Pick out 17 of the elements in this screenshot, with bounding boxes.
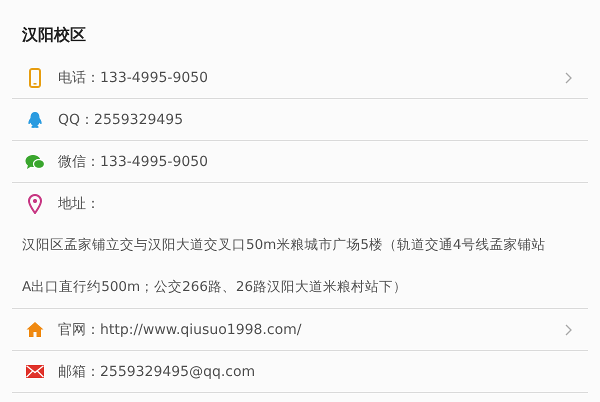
contact-text: QQ：2559329495 [58,110,184,128]
chevron-icon[interactable] [565,72,572,84]
campus-title: 汉阳校区 [21,24,87,46]
home-icon [26,321,44,338]
contact-text: 微信：133-4995-9050 [58,152,210,170]
contact-text: 官网：http://www.qiusuo1998.com/ [58,320,302,338]
contact-text: 电话：133-4995-9050 [58,68,210,86]
phone-icon [29,68,41,88]
address-text: 汉阳区孟家铺立交与汉阳大道交叉口50m米粮城市广场5楼（轨道交通4号线孟家铺站 [21,236,547,255]
mail-icon [26,365,44,378]
address-text: A出口直行约500m；公交266路、26路汉阳大道米粮村站下） [21,278,408,297]
contact-text: 地址： [58,194,101,212]
chat-icon [25,154,45,170]
chevron-icon[interactable] [565,324,572,336]
contact-text: 邮箱：2559329495@qq.com [58,362,256,380]
penguin-icon [26,110,44,128]
location-pin-icon [28,194,42,214]
